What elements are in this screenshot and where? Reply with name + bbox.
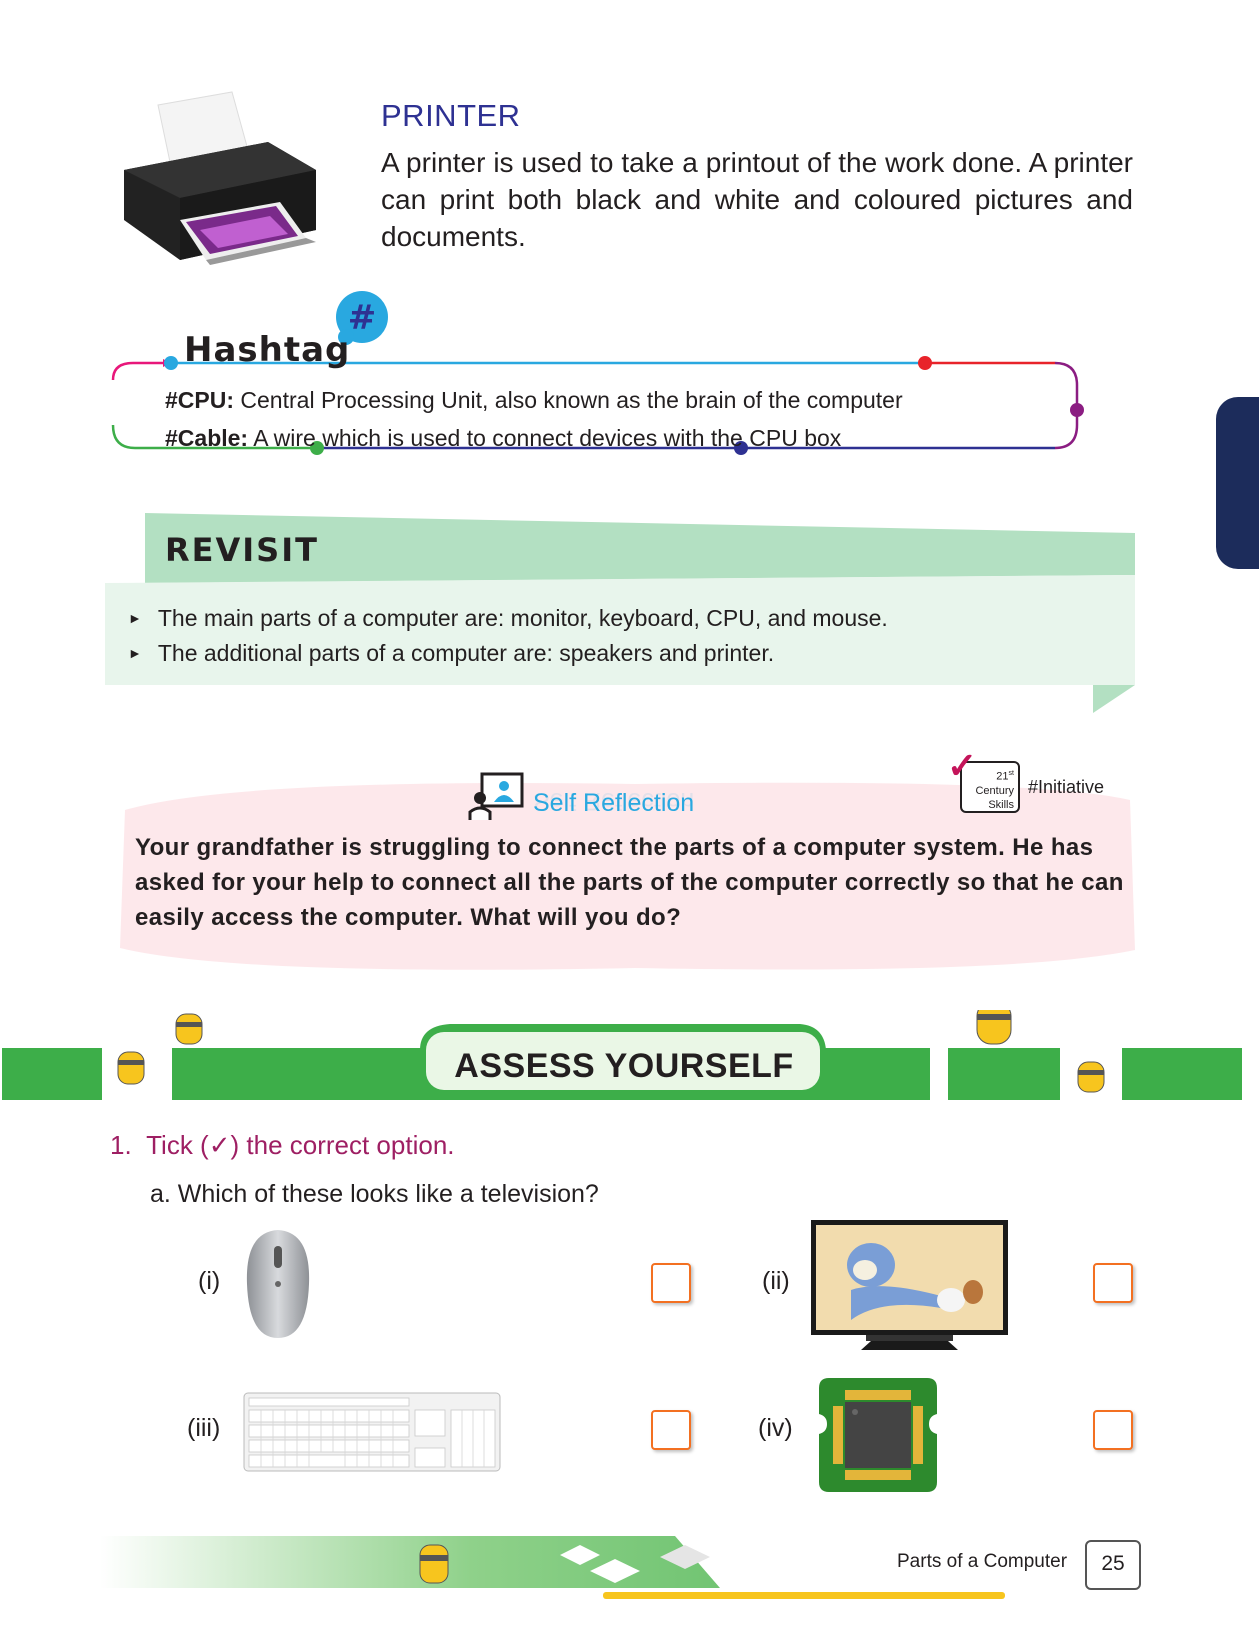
self-reflection-title-reflection: Self Reflection — [533, 787, 695, 815]
self-reflection-text: Your grandfather is struggling to connec… — [135, 834, 1124, 931]
printer-image — [124, 91, 316, 265]
printer-title: PRINTER — [381, 98, 521, 133]
revisit-item: ► The additional parts of a computer are:… — [128, 640, 775, 666]
chip-image — [819, 1378, 937, 1492]
page-number: 25 — [1085, 1540, 1141, 1590]
check-icon: ✓ — [947, 745, 978, 786]
revisit-item: ► The main parts of a computer are: monit… — [128, 605, 888, 631]
option-iii-label: (iii) — [187, 1414, 221, 1442]
mouse-image — [246, 1230, 310, 1338]
question-1-instruction: 1. Tick (✓) the correct option. — [110, 1130, 455, 1160]
keyboard-image — [243, 1392, 501, 1472]
assess-yourself-title: ASSESS YOURSELF — [454, 1047, 794, 1085]
option-ii-checkbox[interactable] — [1093, 1263, 1133, 1303]
hashtag-item-cpu: #CPU: Central Processing Unit, also know… — [165, 387, 903, 413]
footer-chapter-title: Parts of a Computer — [897, 1551, 1068, 1572]
svg-text:#: # — [348, 298, 377, 338]
printer-description: A printer is used to take a printout of … — [381, 147, 1133, 252]
option-i-checkbox[interactable] — [651, 1263, 691, 1303]
initiative-tag: #Initiative — [1028, 777, 1105, 797]
television-image — [811, 1220, 1008, 1350]
self-reflection-icon — [468, 772, 524, 820]
option-iv-checkbox[interactable] — [1093, 1410, 1133, 1450]
option-i-label: (i) — [198, 1267, 221, 1295]
option-ii-label: (ii) — [762, 1267, 790, 1295]
option-iii-checkbox[interactable] — [651, 1410, 691, 1450]
hashtag-label: Hashtag — [184, 330, 351, 370]
hashtag-item-cable: #Cable: A wire which is used to connect … — [165, 425, 842, 451]
revisit-title: REVISIT — [165, 531, 319, 569]
question-1a-text: a. Which of these looks like a televisio… — [150, 1180, 599, 1208]
chapter-side-tab — [1216, 397, 1259, 569]
option-iv-label: (iv) — [758, 1414, 793, 1442]
